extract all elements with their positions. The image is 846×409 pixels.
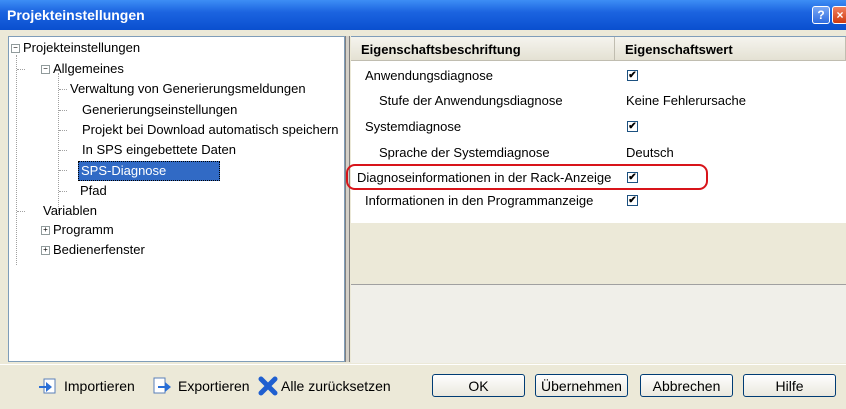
tree-line xyxy=(17,211,25,212)
expand-icon[interactable]: + xyxy=(41,246,50,256)
tree-line xyxy=(58,73,59,213)
table-row[interactable]: Sprache der Systemdiagnose Deutsch xyxy=(351,140,846,165)
property-name: Sprache der Systemdiagnose xyxy=(379,145,550,160)
checkbox-rack-anzeige[interactable]: ✔ xyxy=(627,172,638,183)
close-title-button[interactable]: × xyxy=(832,6,846,24)
tree-item-pfad[interactable]: Pfad xyxy=(80,182,107,200)
tree-item-programm[interactable]: + Programm xyxy=(41,221,114,239)
tree-item-allgemeines[interactable]: − Allgemeines xyxy=(41,60,124,78)
property-name: Informationen in den Programmanzeige xyxy=(365,193,594,208)
cancel-button[interactable]: Abbrechen xyxy=(640,374,733,397)
tree-line xyxy=(16,55,17,265)
tree-item-label: Allgemeines xyxy=(53,61,124,76)
tree-item-label: Verwaltung von Generierungsmeldungen xyxy=(70,81,306,96)
property-value[interactable]: Deutsch xyxy=(626,140,674,165)
tree-item-label: In SPS eingebettete Daten xyxy=(82,142,236,157)
tree-line xyxy=(17,69,25,70)
apply-button[interactable]: Übernehmen xyxy=(535,374,628,397)
tree-item-verwaltung[interactable]: Verwaltung von Generierungsmeldungen xyxy=(70,80,306,98)
column-header-label[interactable]: Eigenschaftsbeschriftung xyxy=(351,37,615,61)
property-name: Systemdiagnose xyxy=(365,119,462,134)
tree-line xyxy=(59,110,67,111)
tree-line xyxy=(59,191,67,192)
collapse-icon[interactable]: − xyxy=(11,44,20,54)
tree-item-label: Programm xyxy=(53,222,114,237)
table-row[interactable]: Systemdiagnose ✔ xyxy=(351,114,846,139)
tree-item-label: Generierungseinstellungen xyxy=(82,102,238,117)
dialog-footer: Importieren Exportieren Alle zurücksetze… xyxy=(0,364,846,409)
tree-item-eingebettete-daten[interactable]: In SPS eingebettete Daten xyxy=(82,141,236,159)
export-label[interactable]: Exportieren xyxy=(178,378,250,394)
tree-line xyxy=(59,89,67,90)
expand-icon[interactable]: + xyxy=(41,226,50,236)
settings-tree[interactable]: − Projekteinstellungen − Allgemeines Verwa… xyxy=(8,36,345,362)
checkbox-anwendungsdiagnose[interactable]: ✔ xyxy=(627,70,638,81)
tree-item-generierung[interactable]: Generierungseinstellungen xyxy=(82,101,237,119)
reset-x-icon[interactable] xyxy=(258,376,278,396)
export-icon[interactable] xyxy=(152,376,172,396)
tree-item-label: Pfad xyxy=(80,183,107,198)
property-value[interactable]: Keine Fehlerursache xyxy=(626,88,746,113)
panel-splitter[interactable] xyxy=(345,36,350,362)
table-row[interactable]: Stufe der Anwendungsdiagnose Keine Fehle… xyxy=(351,88,846,113)
column-header-value[interactable]: Eigenschaftswert xyxy=(615,37,846,61)
checkbox-systemdiagnose[interactable]: ✔ xyxy=(627,121,638,132)
property-grid: Eigenschaftsbeschriftung Eigenschaftswer… xyxy=(351,36,846,363)
checkbox-programmanzeige[interactable]: ✔ xyxy=(627,195,638,206)
help-title-button[interactable]: ? xyxy=(812,6,830,24)
tree-item-projekteinstellungen[interactable]: − Projekteinstellungen xyxy=(11,39,140,57)
description-panel xyxy=(351,284,846,363)
collapse-icon[interactable]: − xyxy=(41,65,50,75)
tree-item-label: Variablen xyxy=(43,203,97,218)
ok-button[interactable]: OK xyxy=(432,374,525,397)
help-button[interactable]: Hilfe xyxy=(743,374,836,397)
tree-item-sps-diagnose[interactable]: SPS-Diagnose xyxy=(78,161,220,181)
property-name: Stufe der Anwendungsdiagnose xyxy=(379,93,563,108)
tree-line xyxy=(59,130,67,131)
property-name: Anwendungsdiagnose xyxy=(365,68,493,83)
tree-item-projekt-download[interactable]: Projekt bei Download automatisch speiche… xyxy=(82,121,339,139)
tree-item-label: Bedienerfenster xyxy=(53,242,145,257)
title-bar: Projekteinstellungen xyxy=(0,0,846,30)
property-table: Eigenschaftsbeschriftung Eigenschaftswer… xyxy=(351,36,846,223)
tree-item-label: Projekt bei Download automatisch speiche… xyxy=(82,122,339,137)
table-row[interactable]: Diagnoseinformationen in der Rack-Anzeig… xyxy=(351,165,846,190)
window-title: Projekteinstellungen xyxy=(7,7,145,23)
table-row[interactable]: Anwendungsdiagnose ✔ xyxy=(351,63,846,88)
tree-item-variablen[interactable]: Variablen xyxy=(43,202,97,220)
import-label[interactable]: Importieren xyxy=(64,378,135,394)
reset-label[interactable]: Alle zurücksetzen xyxy=(281,378,391,394)
tree-line xyxy=(59,170,67,171)
tree-item-label: SPS-Diagnose xyxy=(78,161,220,181)
import-icon[interactable] xyxy=(38,376,58,396)
table-row[interactable]: Informationen in den Programmanzeige ✔ xyxy=(351,188,846,213)
tree-item-label: Projekteinstellungen xyxy=(23,40,141,55)
property-name: Diagnoseinformationen in der Rack-Anzeig… xyxy=(357,170,612,185)
tree-line xyxy=(59,150,67,151)
tree-item-bedienerfenster[interactable]: + Bedienerfenster xyxy=(41,241,145,259)
